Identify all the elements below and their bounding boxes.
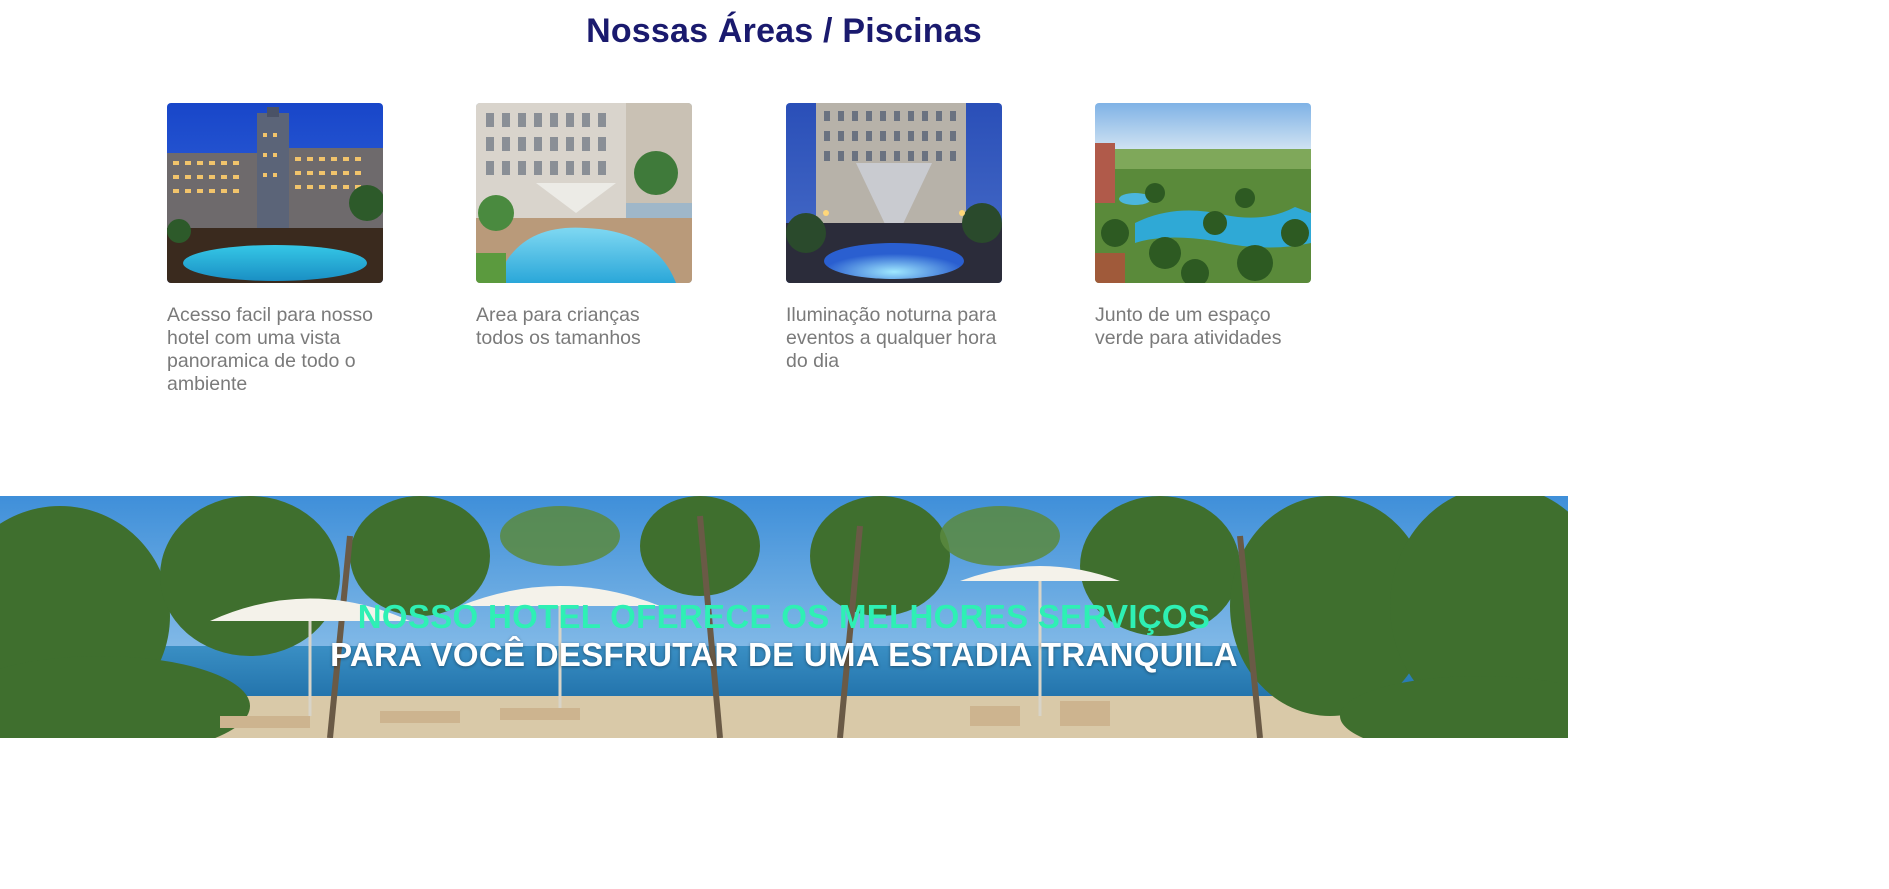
banner-headline-line-1: NOSSO HOTEL OFERECE OS MELHORES SERVIÇOS xyxy=(357,598,1211,635)
area-card-text: Junto de um espaço verde para atividades xyxy=(1095,304,1282,349)
night-lighting-pool-image xyxy=(786,103,1002,283)
area-card-1: Acesso facil para nosso hotel com uma vi… xyxy=(167,103,383,396)
hotel-pool-night-image xyxy=(167,103,383,283)
area-card-4: Junto de um espaço verde para atividades xyxy=(1095,103,1311,350)
area-card-2: Area para crianças todos os tamanhos xyxy=(476,103,692,350)
section-title: Nossas Áreas / Piscinas xyxy=(586,12,982,50)
area-card-text: Area para crianças todos os tamanhos xyxy=(476,304,641,349)
page: Nossas Áreas / Piscinas Acesso facil par… xyxy=(0,0,1568,738)
area-card-3: Iluminação noturna para eventos a qualqu… xyxy=(786,103,1002,373)
services-banner: NOSSO HOTEL OFERECE OS MELHORES SERVIÇOS… xyxy=(0,496,1568,738)
area-card-text: Iluminação noturna para eventos a qualqu… xyxy=(786,304,997,372)
green-area-pool-image xyxy=(1095,103,1311,283)
banner-headline-line-2: PARA VOCÊ DESFRUTAR DE UMA ESTADIA TRANQ… xyxy=(330,636,1238,673)
area-card-text: Acesso facil para nosso hotel com uma vi… xyxy=(167,304,373,395)
kids-pool-image xyxy=(476,103,692,283)
